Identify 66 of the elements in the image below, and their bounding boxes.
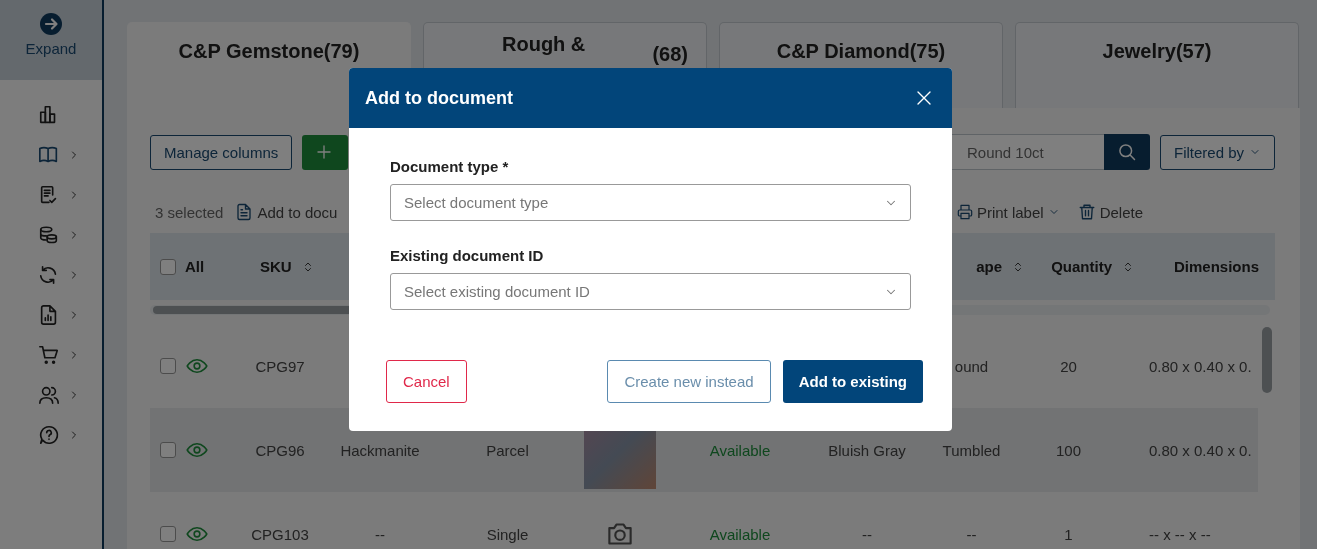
add-button[interactable] <box>302 134 349 170</box>
tab[interactable]: Jewelry(57) <box>1015 22 1299 68</box>
checkbox[interactable] <box>160 442 176 458</box>
close-icon <box>915 89 933 107</box>
shape-cell: ound <box>954 357 989 375</box>
document-icon <box>235 203 254 221</box>
column-header[interactable]: Quantity <box>1051 258 1112 275</box>
select-field[interactable]: Select document type <box>390 184 911 221</box>
column-header[interactable]: SKU <box>260 258 292 275</box>
quantity-cell: 1 <box>1064 525 1073 543</box>
cancel-button[interactable]: Cancel <box>386 360 467 403</box>
filter-dropdown[interactable]: Filtered by <box>1159 134 1275 170</box>
shape-cell: -- <box>966 525 977 543</box>
dimensions-cell: 0.80 x 0.40 x 0. <box>1149 357 1252 375</box>
camera-icon <box>605 521 635 547</box>
color-cell: Bluish Gray <box>828 441 906 459</box>
print-label-action[interactable]: Print label <box>956 203 1060 221</box>
eye-icon[interactable] <box>186 358 208 374</box>
dimensions-cell: -- x -- x -- <box>1149 525 1211 543</box>
help-icon <box>38 424 60 446</box>
tab[interactable]: C&P Diamond(75) <box>719 22 1003 68</box>
checkbox[interactable] <box>160 526 176 542</box>
sku-cell: CPG96 <box>255 441 305 459</box>
checkbox[interactable] <box>160 258 176 275</box>
sku-cell: CPG97 <box>255 357 305 375</box>
search-icon <box>1116 142 1137 162</box>
search-button[interactable] <box>1103 134 1150 170</box>
quantity-cell: 100 <box>1056 441 1081 459</box>
status-label: Available <box>709 441 771 459</box>
close-button[interactable] <box>915 89 933 107</box>
eye-icon[interactable] <box>186 442 208 458</box>
type-cell: Single <box>486 525 529 543</box>
status-label: Available <box>709 525 771 543</box>
column-header[interactable]: ape <box>976 258 1002 275</box>
field-label: Document type * <box>390 158 510 175</box>
dimensions-cell: 0.80 x 0.40 x 0. <box>1149 441 1252 459</box>
column-header: All <box>185 258 205 275</box>
eye-icon[interactable] <box>186 526 208 542</box>
type-cell: Parcel <box>486 441 529 459</box>
quantity-cell: 20 <box>1060 357 1077 375</box>
tab[interactable]: C&P Gemstone(79) <box>127 22 411 68</box>
expand-label[interactable]: Expand <box>25 40 77 57</box>
sku-cell: CPG103 <box>251 525 309 543</box>
create-new-button[interactable]: Create new instead <box>607 360 771 403</box>
selection-count: 3 selected <box>155 203 224 221</box>
column-header: Dimensions <box>1174 258 1260 275</box>
manage-columns-button[interactable]: Manage columns <box>150 134 293 170</box>
add-to-document-action[interactable]: Add to docu <box>235 203 338 221</box>
users-icon <box>38 384 60 406</box>
tab[interactable]: Rough & (68) <box>423 22 707 68</box>
cart-icon <box>38 344 60 366</box>
name-cell: Hackmanite <box>340 441 420 459</box>
plus-icon <box>315 143 334 161</box>
name-cell: -- <box>375 525 385 543</box>
select-field[interactable]: Select existing document ID <box>390 273 911 310</box>
vertical-scrollbar[interactable] <box>1262 327 1272 393</box>
shape-cell: Tumbled <box>942 441 1001 459</box>
delete-action[interactable]: Delete <box>1077 202 1143 222</box>
trash-icon <box>1077 202 1096 222</box>
color-cell: -- <box>862 525 872 543</box>
checkbox[interactable] <box>160 358 176 374</box>
field-label: Existing document ID <box>390 247 545 264</box>
printer-icon <box>956 203 973 221</box>
add-to-existing-button[interactable]: Add to existing <box>782 360 923 403</box>
dialog-title: Add to document <box>365 87 513 109</box>
coins-icon <box>38 224 60 246</box>
